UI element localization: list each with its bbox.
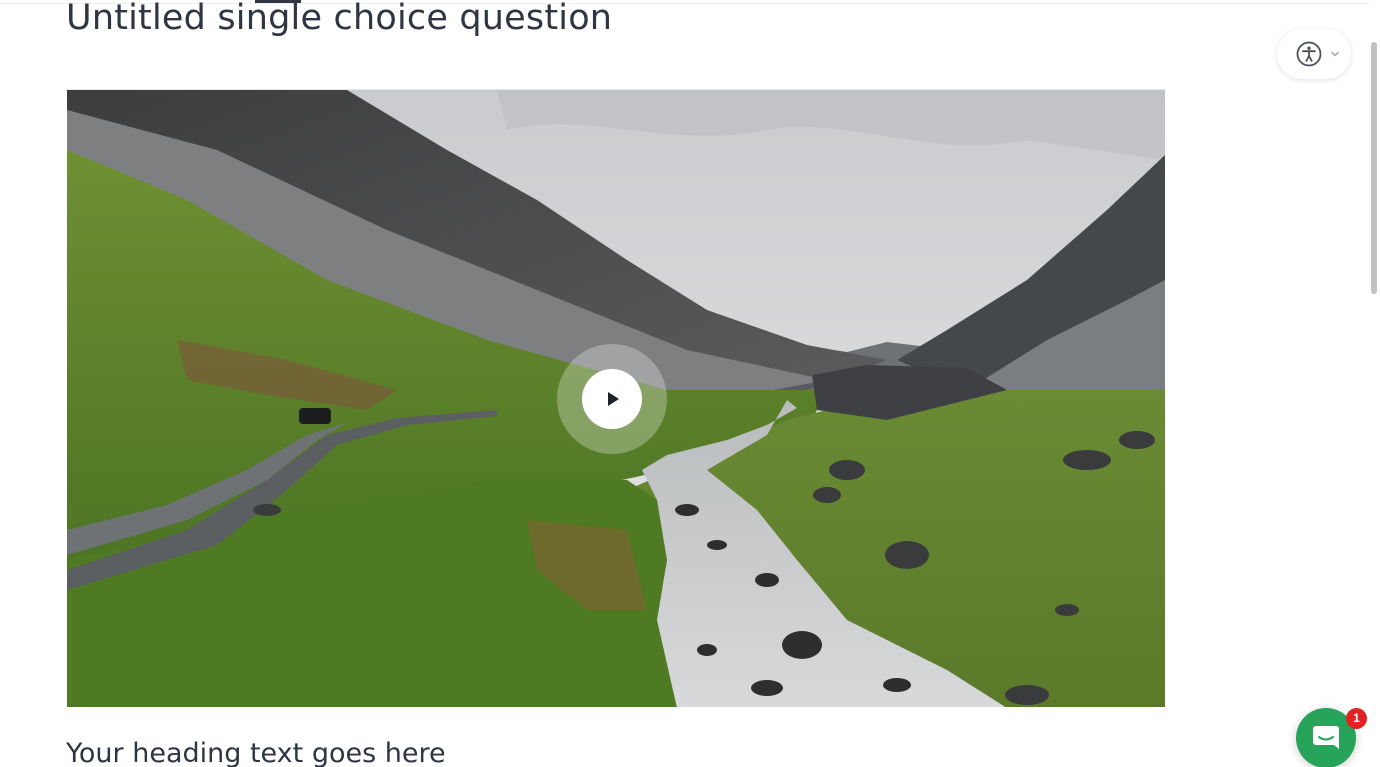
video-player[interactable] xyxy=(67,89,1165,707)
page-scrollbar[interactable] xyxy=(1369,0,1380,767)
chat-icon xyxy=(1313,726,1339,749)
play-button[interactable] xyxy=(582,369,642,429)
accessibility-menu-button[interactable] xyxy=(1277,29,1351,79)
question-title: Untitled single choice question xyxy=(66,0,613,38)
chevron-down-icon xyxy=(1331,51,1339,57)
section-heading: Your heading text goes here xyxy=(66,738,446,767)
accessibility-icon xyxy=(1296,41,1322,67)
scrollbar-thumb[interactable] xyxy=(1371,42,1377,294)
play-icon xyxy=(608,392,619,406)
chat-unread-badge: 1 xyxy=(1346,708,1367,729)
